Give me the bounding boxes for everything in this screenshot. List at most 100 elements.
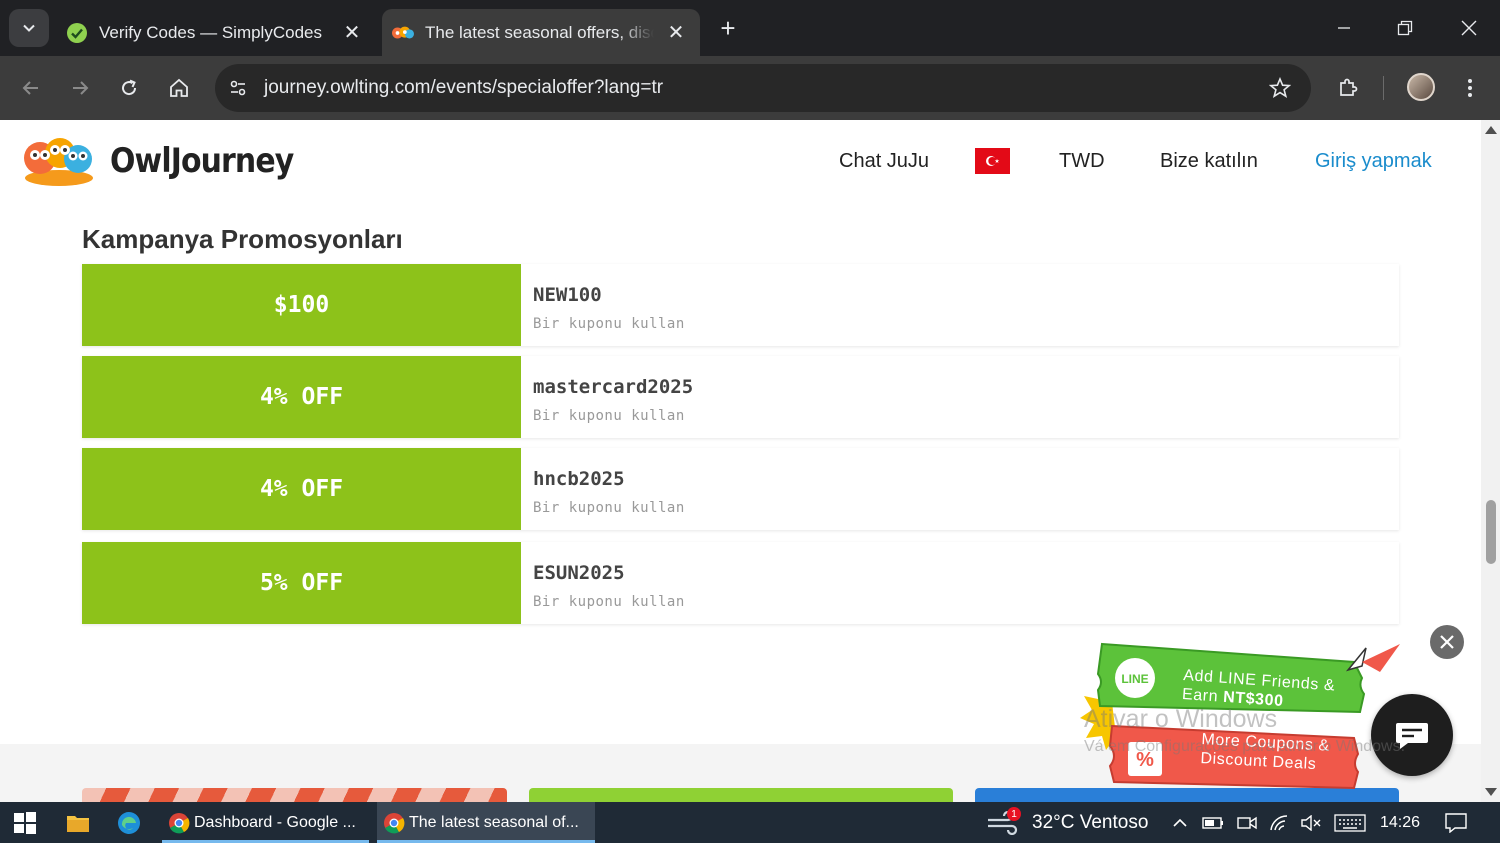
restore-button[interactable] [1380, 8, 1430, 48]
scroll-thumb[interactable] [1486, 500, 1496, 564]
event-card-image[interactable] [82, 788, 507, 802]
coupon-card[interactable]: 4% OFF mastercard2025 Bir kuponu kullan [82, 356, 1399, 438]
coupon-value: 5% OFF [82, 542, 521, 624]
home-button[interactable] [161, 70, 197, 106]
close-icon [1440, 635, 1454, 649]
event-card-image[interactable] [529, 788, 953, 802]
browser-tab-bar: Verify Codes — SimplyCodes ✕ The latest … [0, 0, 1500, 56]
taskbar-app-chrome-offers[interactable]: The latest seasonal of... [377, 802, 595, 843]
url-text[interactable]: journey.owlting.com/events/specialoffer?… [264, 77, 1263, 99]
new-tab-button[interactable]: + [713, 13, 743, 43]
volume-tray-icon[interactable] [1298, 802, 1324, 843]
page-scrollbar[interactable] [1481, 120, 1500, 802]
profile-avatar[interactable] [1407, 73, 1435, 101]
coupon-card[interactable]: $100 NEW100 Bir kuponu kullan [82, 264, 1399, 346]
coupon-code: mastercard2025 [533, 376, 694, 398]
browser-tab-owljourney[interactable]: The latest seasonal offers, disco ✕ [382, 9, 700, 56]
coupon-card[interactable]: 5% OFF ESUN2025 Bir kuponu kullan [82, 542, 1399, 624]
windows-logo-icon [14, 812, 36, 834]
meet-now-tray-icon[interactable] [1234, 802, 1260, 843]
keyboard-tray-icon[interactable] [1332, 802, 1368, 843]
weather-notification-badge: 1 [1007, 807, 1021, 821]
nav-join[interactable]: Bize katılın [1160, 150, 1258, 173]
nav-chat-juju[interactable]: Chat JuJu [839, 150, 929, 173]
simplycodes-favicon-icon [66, 22, 88, 44]
browser-tab-simplycodes[interactable]: Verify Codes — SimplyCodes ✕ [56, 9, 376, 56]
home-icon [170, 78, 188, 97]
owljourney-favicon-icon [392, 22, 414, 44]
taskbar-app-label: Dashboard - Google ... [194, 813, 356, 831]
tab-title: The latest seasonal offers, disco [425, 22, 654, 42]
show-hidden-icons-button[interactable] [1168, 802, 1192, 843]
battery-tray-icon[interactable] [1200, 802, 1226, 843]
forward-button[interactable] [62, 70, 98, 106]
network-tray-icon[interactable] [1266, 802, 1292, 843]
close-tab-icon[interactable]: ✕ [338, 19, 366, 47]
camera-icon [1237, 816, 1257, 829]
volume-muted-icon [1301, 814, 1321, 831]
start-button[interactable] [10, 808, 40, 838]
language-flag-button[interactable] [975, 148, 1010, 174]
promo-coupon-label[interactable]: More Coupons & Discount Deals [1200, 730, 1330, 775]
promo-widget-graphic: LINE % [1080, 642, 1400, 790]
notifications-button[interactable] [1440, 802, 1472, 843]
battery-icon [1202, 816, 1223, 829]
chrome-icon [384, 812, 405, 833]
site-info-button[interactable] [221, 71, 255, 105]
use-coupon-link[interactable]: Bir kuponu kullan [533, 316, 685, 332]
star-icon [1269, 77, 1291, 98]
chat-bubble-icon [1396, 723, 1428, 749]
taskbar-app-label: The latest seasonal of... [409, 813, 579, 831]
arrow-left-icon [22, 81, 38, 95]
keyboard-icon [1334, 813, 1366, 832]
back-button[interactable] [13, 70, 49, 106]
nav-login[interactable]: Giriş yapmak [1315, 150, 1432, 173]
close-icon [1461, 20, 1477, 36]
address-bar[interactable]: journey.owlting.com/events/specialoffer?… [215, 64, 1311, 112]
edge-button[interactable] [114, 808, 144, 838]
edge-icon [118, 812, 140, 834]
coupon-card[interactable]: 4% OFF hncb2025 Bir kuponu kullan [82, 448, 1399, 530]
taskbar-app-chrome-dashboard[interactable]: Dashboard - Google ... [162, 802, 369, 843]
chevron-up-icon [1173, 818, 1187, 827]
page-viewport: OwlJourney Chat JuJu TWD Bize katılın Gi… [0, 120, 1481, 802]
logo-wordmark: OwlJourney [110, 141, 294, 181]
coupon-value: 4% OFF [82, 356, 521, 438]
coupon-code: ESUN2025 [533, 562, 625, 584]
puzzle-icon [1340, 78, 1358, 96]
minimize-button[interactable] [1319, 8, 1369, 48]
reload-button[interactable] [111, 70, 147, 106]
site-logo[interactable]: OwlJourney [22, 134, 318, 188]
weather-text: 32°C Ventoso [1032, 811, 1149, 833]
use-coupon-link[interactable]: Bir kuponu kullan [533, 594, 685, 610]
extensions-button[interactable] [1330, 70, 1366, 106]
taskbar-clock[interactable]: 14:26 [1380, 802, 1420, 843]
use-coupon-link[interactable]: Bir kuponu kullan [533, 408, 685, 424]
coupon-value: $100 [82, 264, 521, 346]
more-vertical-icon [1468, 79, 1472, 97]
file-explorer-button[interactable] [63, 808, 93, 838]
close-window-button[interactable] [1444, 8, 1494, 48]
scroll-up-arrow-icon[interactable] [1485, 126, 1497, 134]
scroll-down-arrow-icon[interactable] [1485, 788, 1497, 796]
browser-menu-button[interactable] [1452, 70, 1488, 106]
windows-taskbar: Dashboard - Google ... The latest season… [0, 802, 1500, 843]
use-coupon-link[interactable]: Bir kuponu kullan [533, 500, 685, 516]
chrome-icon [169, 812, 190, 833]
chat-button[interactable] [1371, 694, 1453, 776]
line-logo-text: LINE [1121, 672, 1148, 686]
close-tab-icon[interactable]: ✕ [662, 19, 690, 47]
tune-icon [230, 80, 246, 96]
section-title: Kampanya Promosyonları [82, 224, 403, 254]
nav-currency[interactable]: TWD [1059, 150, 1105, 173]
bookmark-star-button[interactable] [1263, 71, 1297, 105]
site-header: OwlJourney Chat JuJu TWD Bize katılın Gi… [0, 120, 1481, 206]
owl-logo-icon [24, 138, 93, 186]
coupon-code: hncb2025 [533, 468, 625, 490]
coupon-code: NEW100 [533, 284, 602, 306]
tab-search-button[interactable] [9, 9, 49, 47]
chevron-down-icon [23, 24, 35, 32]
coupon-value: 4% OFF [82, 448, 521, 530]
turkey-flag-icon [985, 156, 999, 166]
promo-close-button[interactable] [1430, 625, 1464, 659]
